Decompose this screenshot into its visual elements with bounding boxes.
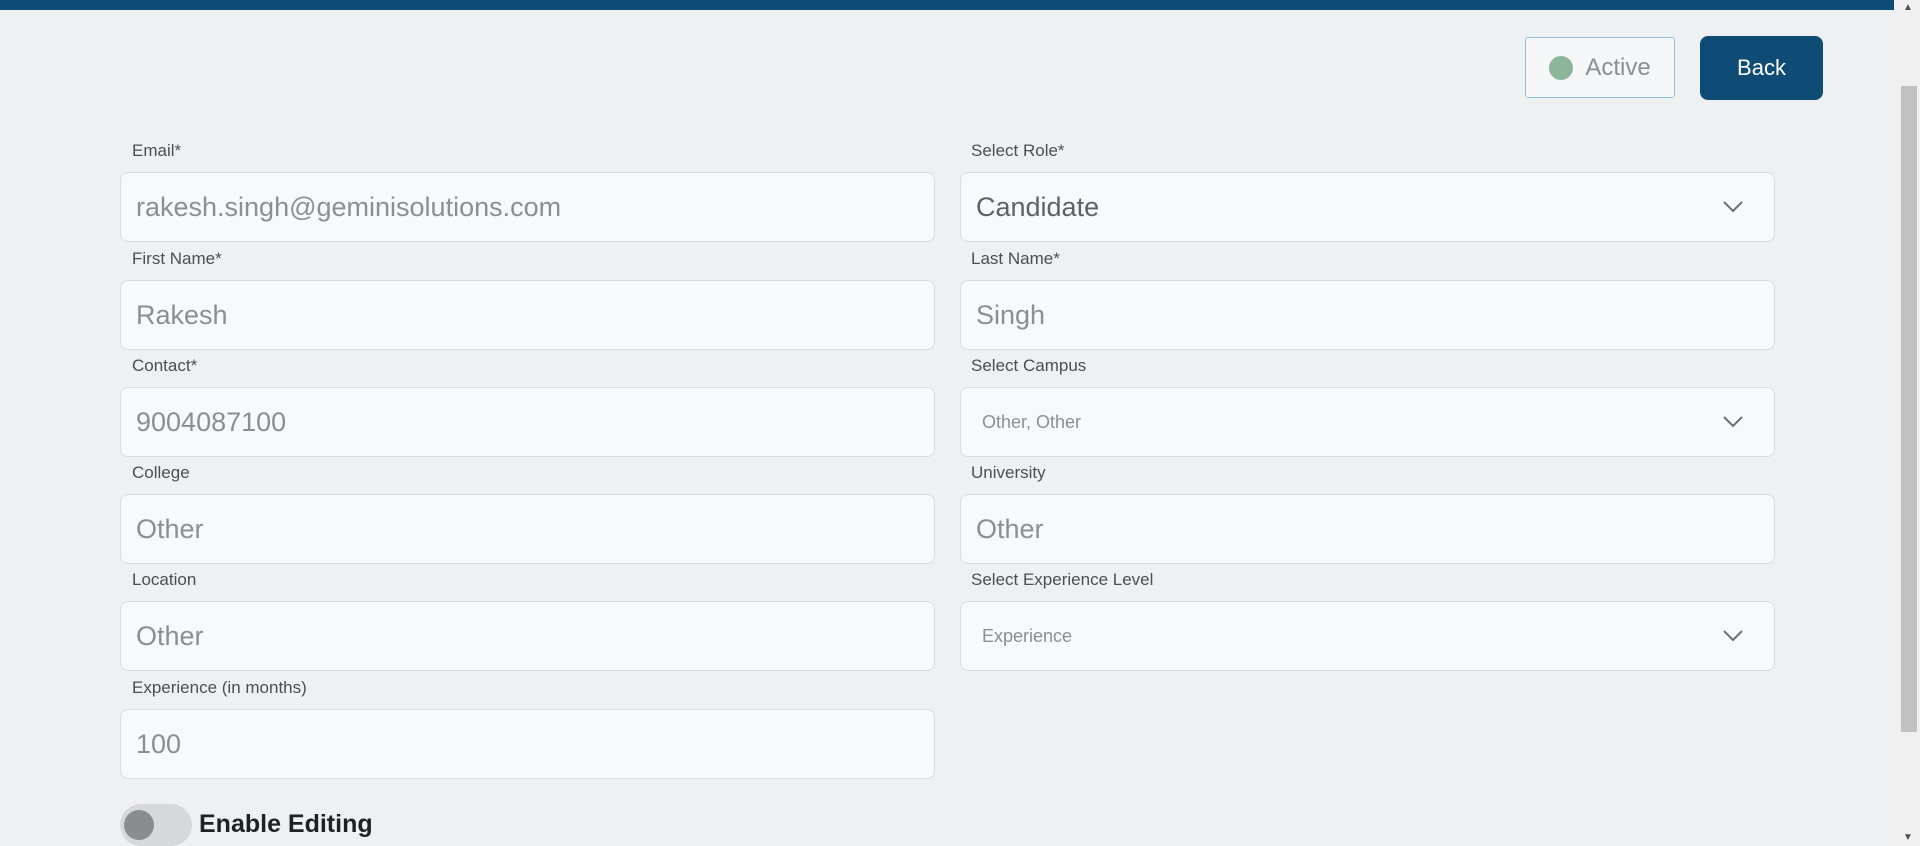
experience-level-select[interactable]: Experience xyxy=(960,601,1775,671)
experience-level-value: Experience xyxy=(982,625,1073,646)
experience-months-value: 100 xyxy=(136,728,182,759)
scrollbar-thumb[interactable] xyxy=(1901,86,1917,732)
campus-value: Other, Other xyxy=(982,411,1082,432)
role-value: Candidate xyxy=(976,191,1100,222)
first-name-label: First Name* xyxy=(132,249,222,268)
scroll-down-icon[interactable]: ▼ xyxy=(1896,830,1920,846)
first-name-value: Rakesh xyxy=(136,299,228,330)
college-value: Other xyxy=(136,513,204,544)
page-scrollbar[interactable]: ▲ ▼ xyxy=(1896,0,1920,846)
scroll-up-icon[interactable]: ▲ xyxy=(1896,0,1920,16)
college-field[interactable]: Other xyxy=(120,494,935,564)
chevron-down-icon xyxy=(1723,201,1743,213)
enable-editing-label: Enable Editing xyxy=(199,810,373,838)
enable-editing-toggle[interactable] xyxy=(120,804,192,846)
email-label: Email* xyxy=(132,141,182,160)
status-toggle-button[interactable]: Active xyxy=(1525,37,1675,98)
college-label: College xyxy=(132,463,190,482)
top-nav-bar xyxy=(0,0,1894,10)
experience-level-label: Select Experience Level xyxy=(971,570,1154,589)
campus-select[interactable]: Other, Other xyxy=(960,387,1775,457)
last-name-value: Singh xyxy=(976,299,1046,330)
chevron-down-icon xyxy=(1723,416,1743,428)
last-name-label: Last Name* xyxy=(971,249,1060,268)
university-value: Other xyxy=(976,513,1044,544)
first-name-field[interactable]: Rakesh xyxy=(120,280,935,350)
university-field[interactable]: Other xyxy=(960,494,1775,564)
experience-months-label: Experience (in months) xyxy=(132,678,307,697)
contact-field[interactable]: 9004087100 xyxy=(120,387,935,457)
email-field[interactable]: rakesh.singh@geminisolutions.com xyxy=(120,172,935,242)
status-dot-icon xyxy=(1549,55,1574,80)
email-value: rakesh.singh@geminisolutions.com xyxy=(136,191,562,222)
last-name-field[interactable]: Singh xyxy=(960,280,1775,350)
role-label: Select Role* xyxy=(971,141,1065,160)
back-button[interactable]: Back xyxy=(1700,36,1823,100)
role-select[interactable]: Candidate xyxy=(960,172,1775,242)
toggle-knob xyxy=(124,810,154,840)
campus-label: Select Campus xyxy=(971,356,1087,375)
location-field[interactable]: Other xyxy=(120,601,935,671)
contact-value: 9004087100 xyxy=(136,406,287,437)
university-label: University xyxy=(971,463,1046,482)
location-value: Other xyxy=(136,620,204,651)
status-label: Active xyxy=(1585,53,1651,81)
contact-label: Contact* xyxy=(132,356,198,375)
chevron-down-icon xyxy=(1723,630,1743,642)
experience-months-field[interactable]: 100 xyxy=(120,709,935,779)
location-label: Location xyxy=(132,570,197,589)
